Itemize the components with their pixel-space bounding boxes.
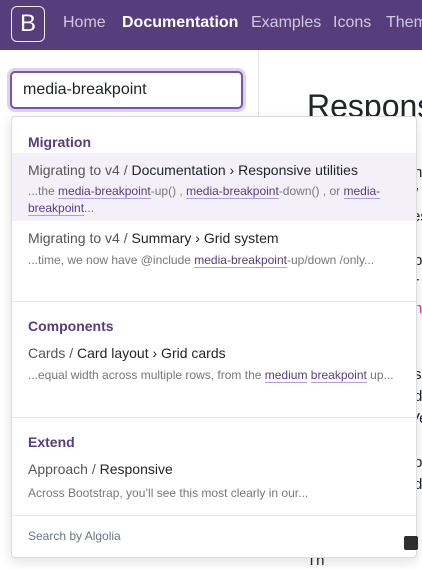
section-divider	[12, 417, 416, 418]
search-match-highlight: media-breakpoint	[194, 253, 287, 268]
footer-divider	[12, 515, 416, 516]
scroll-to-top-button[interactable]	[404, 536, 418, 550]
suggestion-migration-grid-system[interactable]: Migrating to v4 / Summary › Grid system …	[12, 221, 416, 291]
nav-link-icons[interactable]: Icons	[333, 14, 371, 32]
suggestion-path: Approach / Responsive	[28, 461, 173, 477]
suggestion-path: Migrating to v4 / Summary › Grid system	[28, 230, 279, 246]
search-match-highlight: media-breakpoint	[186, 184, 279, 199]
nav-link-home[interactable]: Home	[63, 14, 106, 32]
suggestion-migration-responsive-utilities[interactable]: Migrating to v4 / Documentation › Respon…	[12, 153, 416, 221]
search-match-highlight: breakpoint	[310, 368, 367, 383]
search-box	[10, 71, 243, 109]
suggestion-snippet: ...time, we now have @include media-brea…	[28, 253, 375, 268]
search-input[interactable]	[12, 73, 241, 107]
nav-link-themes[interactable]: Them	[386, 14, 422, 32]
suggestion-path: Cards / Card layout › Grid cards	[28, 345, 226, 361]
section-header-components: Components	[28, 318, 114, 334]
suggestion-path: Migrating to v4 / Documentation › Respon…	[28, 162, 358, 178]
suggestion-extend-responsive[interactable]: Approach / Responsive Across Bootstrap, …	[12, 455, 416, 507]
bootstrap-logo[interactable]: B	[11, 6, 45, 42]
nav-link-documentation[interactable]: Documentation	[122, 14, 238, 32]
suggestion-snippet: Across Bootstrap, you’ll see this most c…	[28, 486, 309, 500]
search-match-highlight: medium	[264, 368, 308, 383]
suggestion-snippet: ...the media-breakpoint-up() , media-bre…	[28, 184, 381, 216]
suggestion-snippet: ...equal width across multiple rows, fro…	[28, 368, 394, 383]
suggestion-components-grid-cards[interactable]: Cards / Card layout › Grid cards ...equa…	[12, 339, 416, 407]
search-match-highlight: media-breakpoint	[58, 184, 151, 199]
section-header-migration: Migration	[28, 134, 91, 150]
search-suggestions-dropdown: Migration Migrating to v4 / Documentatio…	[11, 116, 417, 558]
search-by-algolia[interactable]: Search by Algolia	[28, 529, 121, 543]
top-navbar: B Home Documentation Examples Icons Them	[0, 0, 422, 50]
section-divider	[12, 301, 416, 302]
section-header-extend: Extend	[28, 434, 75, 450]
nav-link-examples[interactable]: Examples	[251, 14, 321, 32]
